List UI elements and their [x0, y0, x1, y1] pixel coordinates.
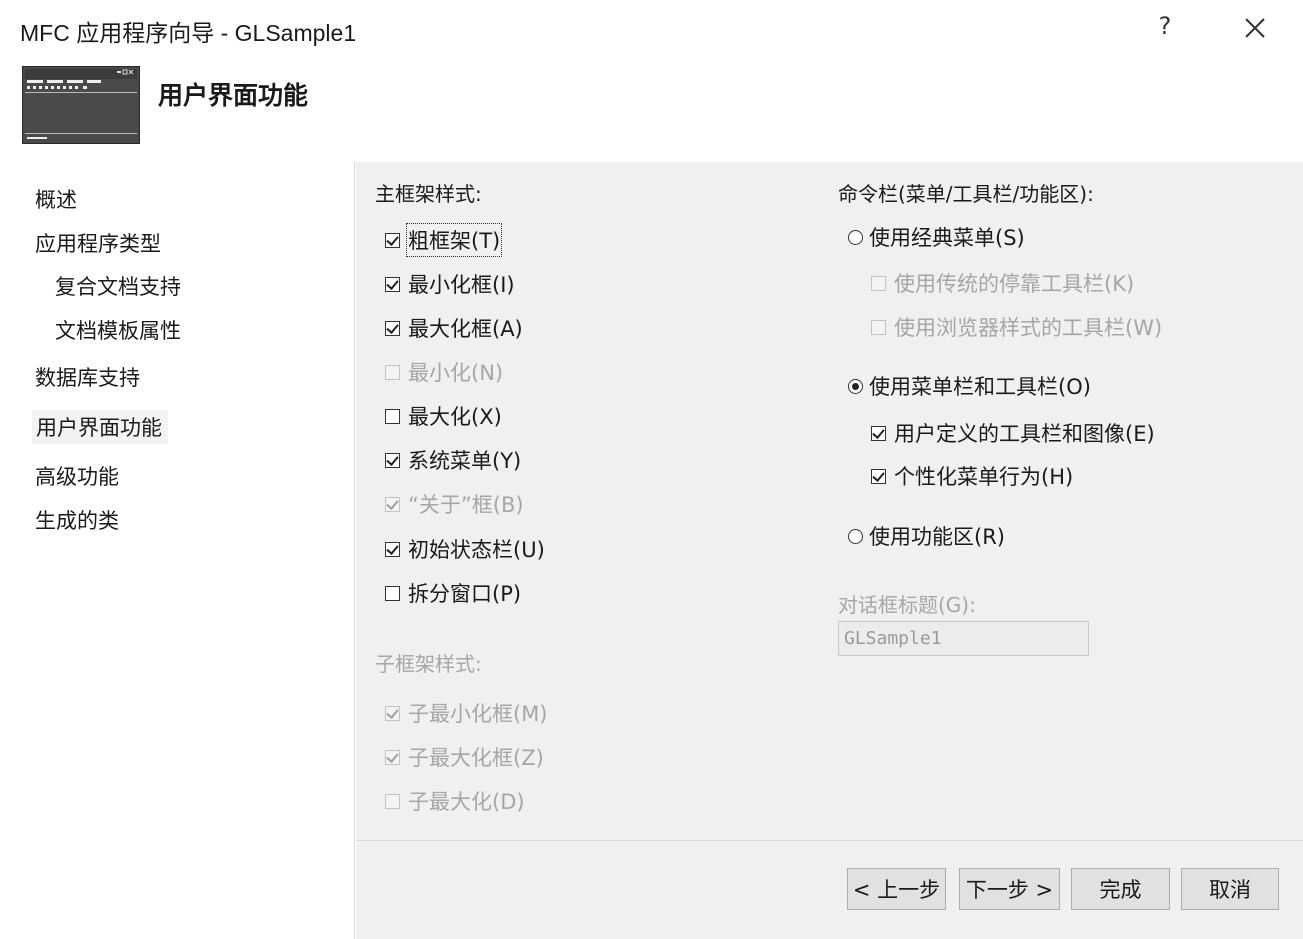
main-frame-heading: 主框架样式: [375, 182, 482, 206]
user-toolbar-images-checkbox[interactable]: 用户定义的工具栏和图像(E) [871, 418, 1155, 448]
personalized-menu-checkbox[interactable]: 个性化菜单行为(H) [871, 461, 1073, 491]
nav-item-doc-template[interactable]: 文档模板属性 [55, 315, 181, 345]
option-label: 最大化框(A) [408, 317, 523, 341]
checkbox-checked-icon [385, 749, 400, 765]
option-label: 使用浏览器样式的工具栏(W) [894, 316, 1163, 340]
nav-item-app-type[interactable]: 应用程序类型 [35, 228, 161, 258]
checkbox-unchecked-icon [385, 585, 400, 601]
radio-off-icon [848, 528, 863, 544]
checkbox-unchecked-icon [385, 364, 400, 380]
split-window-checkbox[interactable]: 拆分窗口(P) [385, 578, 521, 608]
nav-item-advanced[interactable]: 高级功能 [35, 461, 119, 491]
option-label: 使用功能区(R) [869, 525, 1005, 549]
window-title: MFC 应用程序向导 - GLSample1 [20, 20, 357, 46]
radio-on-icon [848, 378, 863, 394]
checkbox-checked-icon [385, 276, 400, 292]
option-label: 拆分窗口(P) [408, 582, 522, 606]
prev-button[interactable]: < 上一步 [847, 868, 946, 910]
option-label: 个性化菜单行为(H) [894, 465, 1074, 489]
menubar-toolbar-radio[interactable]: 使用菜单栏和工具栏(O) [848, 371, 1091, 401]
about-box-checkbox: “关于”框(B) [385, 489, 524, 519]
option-label: 使用传统的停靠工具栏(K) [894, 272, 1135, 296]
nav-item-compound-doc[interactable]: 复合文档支持 [55, 271, 181, 301]
finish-button[interactable]: 完成 [1071, 868, 1170, 910]
child-maximize-box-checkbox: 子最大化框(Z) [385, 742, 544, 772]
checkbox-checked-icon [871, 425, 886, 441]
checkbox-unchecked-icon [871, 319, 886, 335]
checkbox-checked-icon [385, 452, 400, 468]
ribbon-radio[interactable]: 使用功能区(R) [848, 521, 1005, 551]
checkbox-checked-icon [385, 232, 400, 248]
maximized-checkbox[interactable]: 最大化(X) [385, 401, 502, 431]
child-frame-heading: 子框架样式: [375, 652, 482, 676]
close-button[interactable] [1237, 10, 1273, 46]
dialog-title-label: 对话框标题(G): [838, 593, 976, 617]
maximize-box-checkbox[interactable]: 最大化框(A) [385, 313, 523, 343]
option-label: 粗框架(T) [405, 223, 503, 257]
option-label: 子最大化框(Z) [408, 746, 544, 770]
cancel-button[interactable]: 取消 [1181, 868, 1279, 910]
page-title: 用户界面功能 [158, 81, 309, 110]
close-icon [1245, 18, 1265, 38]
child-minimize-box-checkbox: 子最小化框(M) [385, 698, 548, 728]
option-label: 用户定义的工具栏和图像(E) [894, 422, 1155, 446]
checkbox-checked-icon [385, 705, 400, 721]
nav-item-database[interactable]: 数据库支持 [35, 362, 140, 392]
checkbox-unchecked-icon [871, 275, 886, 291]
initial-status-bar-checkbox[interactable]: 初始状态栏(U) [385, 534, 545, 564]
option-label: 最小化框(I) [408, 273, 515, 297]
radio-off-icon [848, 229, 863, 245]
checkbox-checked-icon [385, 496, 400, 512]
option-label: 最小化(N) [408, 361, 504, 385]
option-label: 子最小化框(M) [408, 702, 548, 726]
option-label: “关于”框(B) [408, 493, 524, 517]
minimize-box-checkbox[interactable]: 最小化框(I) [385, 269, 515, 299]
nav-item-ui-features[interactable]: 用户界面功能 [32, 410, 168, 444]
next-button[interactable]: 下一步 > [959, 868, 1060, 910]
classic-menu-radio[interactable]: 使用经典菜单(S) [848, 222, 1025, 252]
option-label: 使用经典菜单(S) [869, 226, 1025, 250]
command-bar-heading: 命令栏(菜单/工具栏/功能区): [838, 182, 1094, 206]
checkbox-unchecked-icon [385, 793, 400, 809]
wizard-nav: 概述 应用程序类型 复合文档支持 文档模板属性 数据库支持 用户界面功能 高级功… [0, 162, 355, 939]
child-maximized-checkbox: 子最大化(D) [385, 786, 525, 816]
checkbox-checked-icon [871, 468, 886, 484]
dialog-title-input: GLSample1 [838, 621, 1089, 656]
nav-item-generated-classes[interactable]: 生成的类 [35, 505, 119, 535]
thick-frame-checkbox[interactable]: 粗框架(T) [385, 223, 503, 257]
option-label: 最大化(X) [408, 405, 502, 429]
checkbox-unchecked-icon [385, 408, 400, 424]
checkbox-checked-icon [385, 320, 400, 336]
browser-toolbar-checkbox: 使用浏览器样式的工具栏(W) [871, 312, 1162, 342]
docking-toolbar-checkbox: 使用传统的停靠工具栏(K) [871, 268, 1134, 298]
option-label: 使用菜单栏和工具栏(O) [869, 375, 1091, 399]
help-button[interactable]: ? [1150, 12, 1180, 44]
checkbox-checked-icon [385, 541, 400, 557]
nav-item-overview[interactable]: 概述 [35, 184, 77, 214]
option-label: 系统菜单(Y) [408, 449, 522, 473]
option-label: 子最大化(D) [408, 790, 525, 814]
option-label: 初始状态栏(U) [408, 538, 545, 562]
system-menu-checkbox[interactable]: 系统菜单(Y) [385, 445, 521, 475]
window-illustration-icon [22, 66, 140, 144]
minimized-checkbox: 最小化(N) [385, 357, 503, 387]
